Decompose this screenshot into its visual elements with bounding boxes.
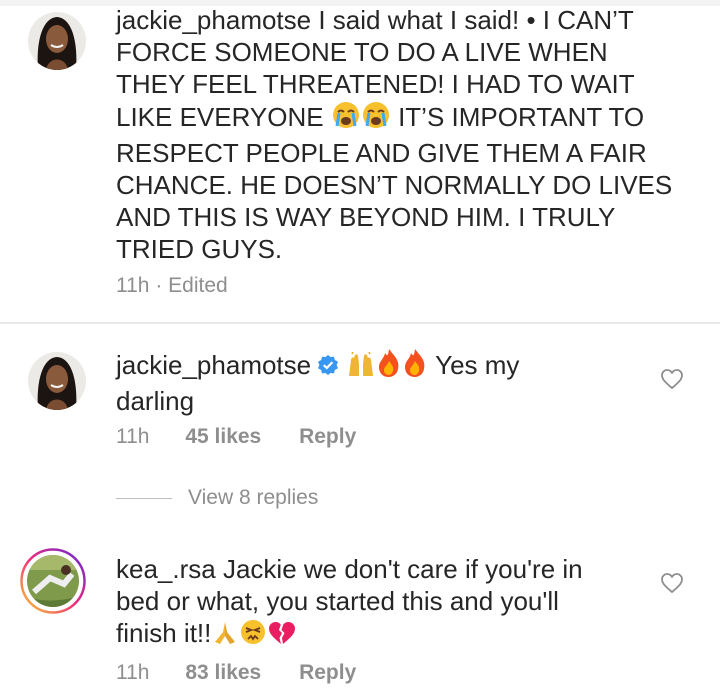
reply-button[interactable]: Reply (299, 425, 356, 448)
comment-text-line: CHANCE. HE DOESN’T NORMALLY DO LIVES (116, 170, 673, 200)
persevering-face-emoji (239, 618, 267, 653)
like-heart-icon[interactable] (660, 368, 684, 390)
comment-text-line: LIKE EVERYONE (116, 102, 324, 132)
comment-text-line: FORCE SOMEONE TO DO A LIVE WHEN (116, 37, 608, 67)
comment-text-line: darling (116, 386, 195, 416)
comment-time: 11h (116, 661, 150, 684)
view-replies-label: View 8 replies (188, 486, 319, 509)
likes-count[interactable]: 45 likes (185, 425, 261, 448)
comment-meta: 11h · Edited (116, 274, 228, 298)
verified-badge-icon (317, 351, 339, 375)
fire-emoji (376, 348, 402, 385)
avatar-story-ring[interactable] (20, 548, 86, 614)
comment-text-line: AND THIS IS WAY BEYOND HIM. I TRULY (116, 202, 616, 232)
view-replies-button[interactable]: View 8 replies (116, 486, 318, 510)
pray-emoji (211, 620, 239, 653)
comment-text-line: Jackie we don't care if you're in (222, 554, 583, 584)
comment-body: jackie_phamotse I said what I said! • I … (116, 4, 676, 265)
section-divider (0, 322, 720, 324)
comment-username[interactable]: kea_.rsa (116, 554, 216, 584)
comment-meta: 11h 45 likes Reply (116, 425, 356, 449)
likes-count[interactable]: 83 likes (185, 661, 261, 684)
comment-text-line: bed or what, you started this and you'll (116, 586, 559, 616)
comment-username[interactable]: jackie_phamotse (116, 5, 311, 35)
edited-label: · Edited (155, 274, 228, 297)
comment-text-line: THEY FEEL THREATENED! I HAD TO WAIT (116, 69, 635, 99)
comment-text-line: IT’S IMPORTANT TO (398, 102, 645, 132)
raised-hands-emoji (346, 351, 376, 385)
comment-meta: 11h 83 likes Reply (116, 661, 356, 685)
avatar[interactable] (28, 352, 86, 410)
comment-time: 11h (116, 425, 150, 448)
comment-text-line: RESPECT PEOPLE AND GIVE THEM A FAIR (116, 138, 647, 168)
comment-username[interactable]: jackie_phamotse (116, 350, 311, 380)
comment-body: jackie_phamotse Yes my darling (116, 348, 676, 417)
comment-text-line: TRIED GUYS. (116, 234, 283, 264)
comment-text: Yes my (435, 350, 520, 380)
broken-heart-emoji (267, 620, 297, 653)
comment-body: kea_.rsa Jackie we don't care if you're … (116, 553, 676, 653)
comment-text-line: finish it!! (116, 618, 212, 648)
comment-text-line: I said what I said! • I CAN’T (318, 5, 634, 35)
crying-face-emoji (331, 100, 361, 137)
like-heart-icon[interactable] (660, 572, 684, 594)
avatar[interactable] (28, 12, 86, 70)
fire-emoji (402, 348, 428, 385)
crying-face-emoji (361, 100, 391, 137)
comment-time: 11h (116, 274, 150, 297)
replies-line (116, 497, 172, 499)
reply-button[interactable]: Reply (299, 661, 356, 684)
